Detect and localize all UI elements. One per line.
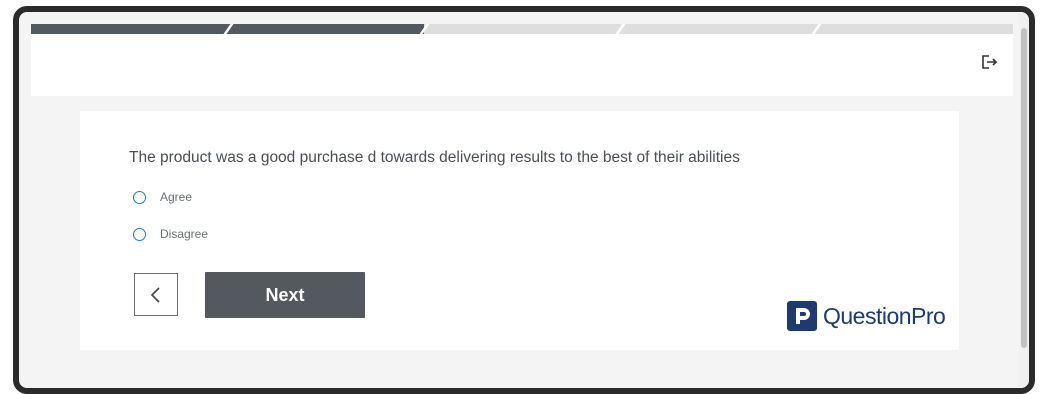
scrollbar[interactable] <box>1019 12 1029 388</box>
progress-bar <box>31 24 1013 34</box>
question-card: The product was a good purchase d toward… <box>80 111 959 350</box>
option-label: Disagree <box>160 227 209 241</box>
logo-mark-icon <box>787 301 817 331</box>
back-button[interactable] <box>134 273 178 316</box>
option-label: Agree <box>160 190 193 204</box>
radio-button[interactable] <box>133 227 146 241</box>
survey-window: The product was a good purchase d toward… <box>13 6 1035 394</box>
next-button[interactable]: Next <box>205 272 365 318</box>
chevron-left-icon <box>150 286 160 303</box>
logo-text: QuestionPro <box>823 302 946 329</box>
progress-separator <box>614 24 627 34</box>
scrollbar-thumb[interactable] <box>1021 28 1027 348</box>
radio-button[interactable] <box>133 190 146 204</box>
option-agree[interactable]: Agree <box>133 190 192 204</box>
exit-icon[interactable] <box>979 52 999 72</box>
question-text: The product was a good purchase d toward… <box>129 149 740 166</box>
survey-header <box>31 34 1013 96</box>
option-disagree[interactable]: Disagree <box>133 227 208 241</box>
progress-separator <box>810 24 823 34</box>
questionpro-logo: QuestionPro <box>787 301 946 331</box>
